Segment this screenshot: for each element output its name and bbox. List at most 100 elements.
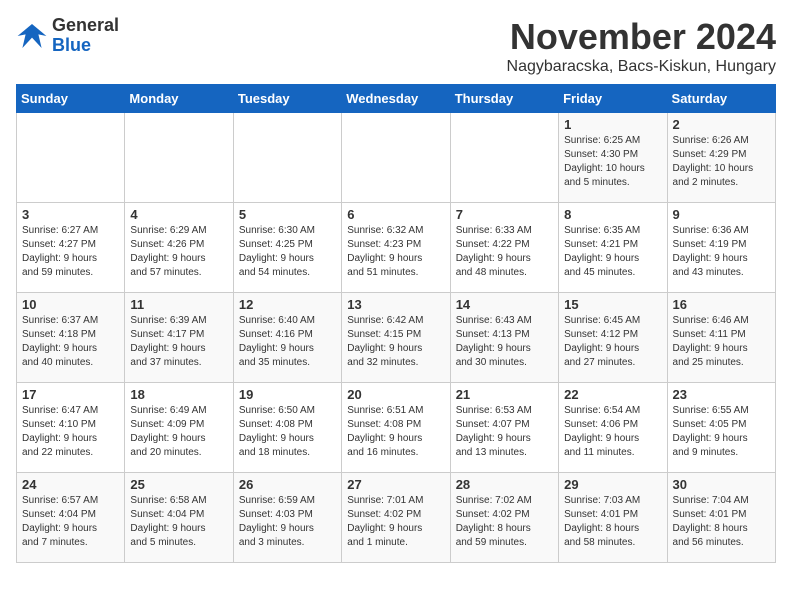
day-number: 16 — [673, 297, 770, 312]
day-number: 9 — [673, 207, 770, 222]
day-info: Sunrise: 6:33 AM Sunset: 4:22 PM Dayligh… — [456, 224, 553, 280]
day-info: Sunrise: 6:49 AM Sunset: 4:09 PM Dayligh… — [130, 404, 227, 460]
day-header: Tuesday — [233, 85, 341, 113]
calendar-cell: 13 Sunrise: 6:42 AM Sunset: 4:15 PM Dayli… — [342, 293, 450, 383]
day-number: 2 — [673, 117, 770, 132]
day-number: 29 — [564, 477, 661, 492]
day-number: 19 — [239, 387, 336, 402]
calendar-cell: 24 Sunrise: 6:57 AM Sunset: 4:04 PM Dayli… — [17, 473, 125, 563]
day-info: Sunrise: 7:01 AM Sunset: 4:02 PM Dayligh… — [347, 494, 444, 550]
logo-icon — [16, 20, 48, 52]
calendar-cell: 2 Sunrise: 6:26 AM Sunset: 4:29 PM Daylig… — [667, 113, 775, 203]
month-title: November 2024 — [507, 16, 776, 58]
calendar-cell: 27 Sunrise: 7:01 AM Sunset: 4:02 PM Dayli… — [342, 473, 450, 563]
calendar-cell — [342, 113, 450, 203]
calendar-cell: 10 Sunrise: 6:37 AM Sunset: 4:18 PM Dayli… — [17, 293, 125, 383]
calendar-cell: 20 Sunrise: 6:51 AM Sunset: 4:08 PM Dayli… — [342, 383, 450, 473]
day-info: Sunrise: 6:59 AM Sunset: 4:03 PM Dayligh… — [239, 494, 336, 550]
day-info: Sunrise: 7:02 AM Sunset: 4:02 PM Dayligh… — [456, 494, 553, 550]
day-number: 28 — [456, 477, 553, 492]
day-number: 26 — [239, 477, 336, 492]
day-info: Sunrise: 6:45 AM Sunset: 4:12 PM Dayligh… — [564, 314, 661, 370]
logo-line1: General — [52, 16, 119, 36]
page-header: General Blue November 2024 Nagybaracska,… — [16, 16, 776, 76]
calendar-cell — [17, 113, 125, 203]
day-number: 7 — [456, 207, 553, 222]
calendar-cell — [450, 113, 558, 203]
day-info: Sunrise: 6:42 AM Sunset: 4:15 PM Dayligh… — [347, 314, 444, 370]
day-info: Sunrise: 6:35 AM Sunset: 4:21 PM Dayligh… — [564, 224, 661, 280]
day-header: Sunday — [17, 85, 125, 113]
calendar-cell: 7 Sunrise: 6:33 AM Sunset: 4:22 PM Daylig… — [450, 203, 558, 293]
day-info: Sunrise: 6:54 AM Sunset: 4:06 PM Dayligh… — [564, 404, 661, 460]
day-number: 30 — [673, 477, 770, 492]
calendar-cell: 17Sunrise: 6:47 AM Sunset: 4:10 PM Dayli… — [17, 383, 125, 473]
day-info: Sunrise: 6:40 AM Sunset: 4:16 PM Dayligh… — [239, 314, 336, 370]
calendar-cell: 30 Sunrise: 7:04 AM Sunset: 4:01 PM Dayli… — [667, 473, 775, 563]
day-number: 8 — [564, 207, 661, 222]
day-info: Sunrise: 6:32 AM Sunset: 4:23 PM Dayligh… — [347, 224, 444, 280]
calendar-week-row: 3 Sunrise: 6:27 AM Sunset: 4:27 PM Daylig… — [17, 203, 776, 293]
day-number: 12 — [239, 297, 336, 312]
day-info: Sunrise: 6:36 AM Sunset: 4:19 PM Dayligh… — [673, 224, 770, 280]
calendar-cell — [233, 113, 341, 203]
day-info: Sunrise: 6:43 AM Sunset: 4:13 PM Dayligh… — [456, 314, 553, 370]
day-number: 13 — [347, 297, 444, 312]
calendar-cell: 12 Sunrise: 6:40 AM Sunset: 4:16 PM Dayli… — [233, 293, 341, 383]
day-number: 27 — [347, 477, 444, 492]
day-number: 15 — [564, 297, 661, 312]
day-info: Sunrise: 6:53 AM Sunset: 4:07 PM Dayligh… — [456, 404, 553, 460]
calendar-cell: 6Sunrise: 6:32 AM Sunset: 4:23 PM Daylig… — [342, 203, 450, 293]
day-number: 25 — [130, 477, 227, 492]
day-info: Sunrise: 6:50 AM Sunset: 4:08 PM Dayligh… — [239, 404, 336, 460]
calendar-cell: 23Sunrise: 6:55 AM Sunset: 4:05 PM Dayli… — [667, 383, 775, 473]
day-info: Sunrise: 6:58 AM Sunset: 4:04 PM Dayligh… — [130, 494, 227, 550]
calendar-cell: 21 Sunrise: 6:53 AM Sunset: 4:07 PM Dayli… — [450, 383, 558, 473]
day-number: 4 — [130, 207, 227, 222]
day-info: Sunrise: 6:25 AM Sunset: 4:30 PM Dayligh… — [564, 134, 661, 190]
calendar-week-row: 1 Sunrise: 6:25 AM Sunset: 4:30 PM Daylig… — [17, 113, 776, 203]
day-info: Sunrise: 7:04 AM Sunset: 4:01 PM Dayligh… — [673, 494, 770, 550]
day-number: 3 — [22, 207, 119, 222]
calendar-cell: 14Sunrise: 6:43 AM Sunset: 4:13 PM Dayli… — [450, 293, 558, 383]
calendar-week-row: 17Sunrise: 6:47 AM Sunset: 4:10 PM Dayli… — [17, 383, 776, 473]
calendar-cell: 18 Sunrise: 6:49 AM Sunset: 4:09 PM Dayli… — [125, 383, 233, 473]
day-header: Wednesday — [342, 85, 450, 113]
day-number: 10 — [22, 297, 119, 312]
calendar-cell: 15 Sunrise: 6:45 AM Sunset: 4:12 PM Dayli… — [559, 293, 667, 383]
day-info: Sunrise: 6:57 AM Sunset: 4:04 PM Dayligh… — [22, 494, 119, 550]
calendar-cell: 22 Sunrise: 6:54 AM Sunset: 4:06 PM Dayli… — [559, 383, 667, 473]
day-info: Sunrise: 6:51 AM Sunset: 4:08 PM Dayligh… — [347, 404, 444, 460]
day-number: 18 — [130, 387, 227, 402]
calendar-cell: 11Sunrise: 6:39 AM Sunset: 4:17 PM Dayli… — [125, 293, 233, 383]
location-title: Nagybaracska, Bacs-Kiskun, Hungary — [507, 58, 776, 76]
day-info: Sunrise: 6:46 AM Sunset: 4:11 PM Dayligh… — [673, 314, 770, 370]
calendar-cell: 25 Sunrise: 6:58 AM Sunset: 4:04 PM Dayli… — [125, 473, 233, 563]
day-header: Thursday — [450, 85, 558, 113]
calendar-table: SundayMondayTuesdayWednesdayThursdayFrid… — [16, 84, 776, 563]
day-header: Friday — [559, 85, 667, 113]
calendar-cell: 8 Sunrise: 6:35 AM Sunset: 4:21 PM Daylig… — [559, 203, 667, 293]
day-number: 21 — [456, 387, 553, 402]
calendar-cell — [125, 113, 233, 203]
logo-text: General Blue — [52, 16, 119, 56]
logo-line2: Blue — [52, 36, 119, 56]
day-number: 22 — [564, 387, 661, 402]
calendar-week-row: 24 Sunrise: 6:57 AM Sunset: 4:04 PM Dayli… — [17, 473, 776, 563]
calendar-cell: 9 Sunrise: 6:36 AM Sunset: 4:19 PM Daylig… — [667, 203, 775, 293]
calendar-cell: 1 Sunrise: 6:25 AM Sunset: 4:30 PM Daylig… — [559, 113, 667, 203]
calendar-cell: 16 Sunrise: 6:46 AM Sunset: 4:11 PM Dayli… — [667, 293, 775, 383]
day-info: Sunrise: 6:27 AM Sunset: 4:27 PM Dayligh… — [22, 224, 119, 280]
calendar-cell: 4Sunrise: 6:29 AM Sunset: 4:26 PM Daylig… — [125, 203, 233, 293]
day-info: Sunrise: 6:26 AM Sunset: 4:29 PM Dayligh… — [673, 134, 770, 190]
day-number: 24 — [22, 477, 119, 492]
day-header: Saturday — [667, 85, 775, 113]
day-info: Sunrise: 6:37 AM Sunset: 4:18 PM Dayligh… — [22, 314, 119, 370]
calendar-cell: 3 Sunrise: 6:27 AM Sunset: 4:27 PM Daylig… — [17, 203, 125, 293]
day-number: 11 — [130, 297, 227, 312]
calendar-cell: 28 Sunrise: 7:02 AM Sunset: 4:02 PM Dayli… — [450, 473, 558, 563]
calendar-week-row: 10 Sunrise: 6:37 AM Sunset: 4:18 PM Dayli… — [17, 293, 776, 383]
day-number: 1 — [564, 117, 661, 132]
day-number: 20 — [347, 387, 444, 402]
day-number: 17 — [22, 387, 119, 402]
